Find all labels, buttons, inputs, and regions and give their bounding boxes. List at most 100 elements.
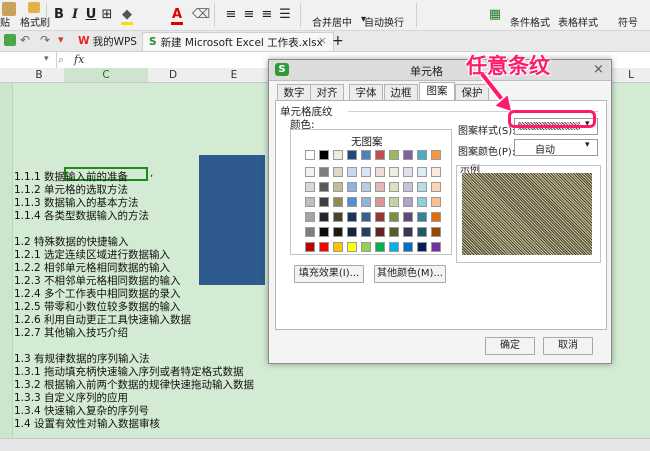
- color-swatch[interactable]: [389, 212, 399, 222]
- column-header-d[interactable]: D: [148, 68, 198, 82]
- color-swatch[interactable]: [333, 242, 343, 252]
- color-swatch[interactable]: [333, 227, 343, 237]
- fill-effects-button[interactable]: 填充效果(I)...: [294, 265, 364, 283]
- align-left-icon[interactable]: ≡: [222, 4, 240, 24]
- color-swatch[interactable]: [319, 227, 329, 237]
- color-swatch[interactable]: [431, 242, 441, 252]
- color-swatch[interactable]: [431, 182, 441, 192]
- format-painter-icon[interactable]: [28, 2, 40, 13]
- color-swatch[interactable]: [403, 167, 413, 177]
- color-swatch[interactable]: [347, 167, 357, 177]
- dropdown-icon[interactable]: ▾: [58, 33, 64, 46]
- color-swatch[interactable]: [361, 242, 371, 252]
- border-icon[interactable]: ⊞: [98, 4, 116, 24]
- save-icon[interactable]: [4, 34, 16, 46]
- tab-pattern[interactable]: 图案: [419, 82, 455, 102]
- color-swatch[interactable]: [375, 197, 385, 207]
- color-swatch[interactable]: [305, 150, 315, 160]
- color-swatch[interactable]: [389, 182, 399, 192]
- color-swatch[interactable]: [417, 197, 427, 207]
- color-swatch[interactable]: [389, 197, 399, 207]
- color-swatch[interactable]: [403, 150, 413, 160]
- color-swatch[interactable]: [417, 182, 427, 192]
- color-swatch[interactable]: [431, 150, 441, 160]
- ok-button[interactable]: 确定: [485, 337, 535, 355]
- color-swatch[interactable]: [417, 227, 427, 237]
- symbol-button[interactable]: 符号: [618, 14, 638, 29]
- color-swatch[interactable]: [389, 242, 399, 252]
- tab-border[interactable]: 边框: [384, 84, 418, 101]
- wrap-text-button[interactable]: 自动换行: [364, 14, 404, 29]
- color-swatch[interactable]: [389, 150, 399, 160]
- color-swatch[interactable]: [361, 167, 371, 177]
- color-swatch[interactable]: [375, 242, 385, 252]
- color-swatch[interactable]: [375, 182, 385, 192]
- color-swatch[interactable]: [319, 212, 329, 222]
- color-swatch[interactable]: [347, 227, 357, 237]
- color-swatch[interactable]: [417, 212, 427, 222]
- color-swatch[interactable]: [431, 197, 441, 207]
- color-swatch[interactable]: [403, 182, 413, 192]
- more-colors-button[interactable]: 其他颜色(M)...: [374, 265, 446, 283]
- align-center-icon[interactable]: ≡: [240, 4, 258, 24]
- color-swatch[interactable]: [361, 212, 371, 222]
- tab-number[interactable]: 数字: [277, 84, 311, 101]
- new-tab-button[interactable]: +: [326, 32, 350, 50]
- color-swatch[interactable]: [333, 150, 343, 160]
- color-swatch[interactable]: [305, 242, 315, 252]
- color-swatch[interactable]: [319, 150, 329, 160]
- color-swatch[interactable]: [361, 197, 371, 207]
- color-swatch[interactable]: [305, 212, 315, 222]
- color-swatch[interactable]: [375, 212, 385, 222]
- no-pattern-option[interactable]: 无图案: [351, 134, 383, 149]
- tab-my-wps[interactable]: W 我的WPS: [72, 32, 143, 50]
- table-icon[interactable]: ▦: [486, 4, 504, 24]
- redo-icon[interactable]: ↷: [40, 33, 50, 47]
- clear-format-icon[interactable]: ⌫: [192, 4, 210, 24]
- color-swatch[interactable]: [431, 167, 441, 177]
- undo-icon[interactable]: ↶: [20, 33, 30, 47]
- color-swatch[interactable]: [375, 167, 385, 177]
- color-swatch[interactable]: [417, 167, 427, 177]
- color-swatch[interactable]: [403, 227, 413, 237]
- dialog-title-bar[interactable]: S 单元格 ×: [269, 60, 611, 81]
- tab-font[interactable]: 字体: [349, 84, 383, 101]
- color-swatch[interactable]: [319, 242, 329, 252]
- tab-excel-file[interactable]: S 新建 Microsoft Excel 工作表.xlsx: [142, 32, 334, 51]
- table-style-button[interactable]: 表格样式: [558, 14, 598, 29]
- color-swatch[interactable]: [375, 227, 385, 237]
- color-swatch[interactable]: [347, 212, 357, 222]
- column-header-c[interactable]: C: [64, 68, 148, 82]
- merge-center-button[interactable]: 合并居中: [312, 14, 352, 29]
- color-swatch[interactable]: [319, 167, 329, 177]
- conditional-format-button[interactable]: 条件格式: [510, 14, 550, 29]
- align-right-icon[interactable]: ≡: [258, 4, 276, 24]
- color-swatch[interactable]: [389, 227, 399, 237]
- color-swatch[interactable]: [361, 227, 371, 237]
- color-swatch[interactable]: [403, 242, 413, 252]
- color-swatch[interactable]: [403, 212, 413, 222]
- color-swatch[interactable]: [361, 150, 371, 160]
- tab-alignment[interactable]: 对齐: [310, 84, 344, 101]
- color-swatch[interactable]: [333, 167, 343, 177]
- column-header-l[interactable]: L: [612, 68, 650, 82]
- fx-button[interactable]: fx: [74, 53, 84, 66]
- color-swatch[interactable]: [403, 197, 413, 207]
- color-swatch[interactable]: [305, 197, 315, 207]
- cancel-button[interactable]: 取消: [543, 337, 593, 355]
- fill-color-icon[interactable]: ◆: [118, 4, 136, 24]
- color-swatch[interactable]: [389, 167, 399, 177]
- name-box-dropdown-icon[interactable]: ▾: [44, 54, 49, 64]
- color-swatch[interactable]: [347, 150, 357, 160]
- color-swatch[interactable]: [333, 197, 343, 207]
- color-swatch[interactable]: [333, 212, 343, 222]
- zoom-icon[interactable]: ⌕: [58, 53, 64, 67]
- color-swatch[interactable]: [361, 182, 371, 192]
- color-swatch[interactable]: [347, 197, 357, 207]
- indent-icon[interactable]: ☰: [276, 4, 294, 24]
- color-swatch[interactable]: [417, 150, 427, 160]
- color-swatch[interactable]: [375, 150, 385, 160]
- color-swatch[interactable]: [305, 167, 315, 177]
- color-swatch[interactable]: [431, 227, 441, 237]
- column-header-e[interactable]: E: [200, 68, 268, 82]
